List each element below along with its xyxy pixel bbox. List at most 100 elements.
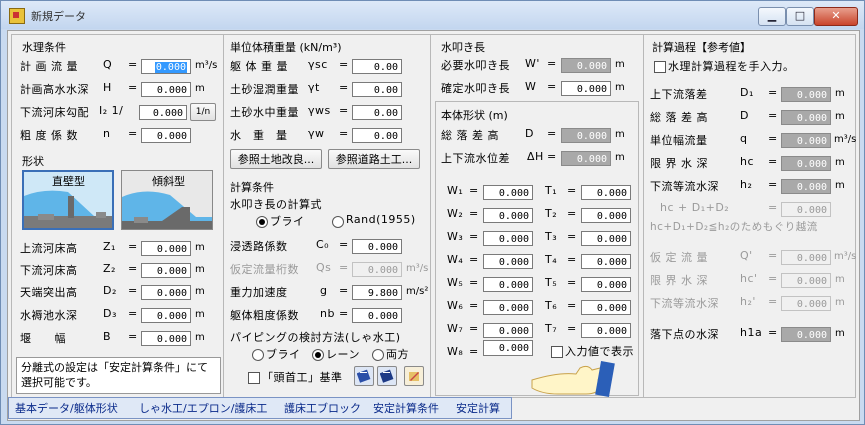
w4-input[interactable]: 0.000 (483, 254, 533, 269)
total-drop-unit: m (615, 129, 625, 140)
body-weight-input[interactable]: 0.00 (352, 59, 402, 74)
piping-method-label: パイピングの検討方法(しゃ水工) (230, 331, 401, 344)
final-apron-input[interactable]: 0.000 (561, 81, 611, 96)
weir-width-input[interactable]: 0.000 (141, 331, 191, 346)
w5-label: W₅ (447, 276, 464, 289)
panel-basic: 水理条件 計 画 流 量 Q = 0.000 m³/s 計画高水水深 H = 0… (11, 34, 224, 398)
w7-label: W₇ (447, 322, 464, 335)
slope-1n-button[interactable]: 1/n (190, 103, 216, 121)
ref-road-earthwork-button[interactable]: 参照道路土工... (328, 149, 420, 169)
both-radio-label: 両方 (386, 348, 409, 361)
book-blue-button[interactable] (354, 366, 374, 386)
body-weight-symbol: γsc (308, 58, 328, 71)
section-calc-title: 計算条件 (230, 181, 274, 194)
head-works-checkbox[interactable] (248, 372, 260, 384)
submerged-soil-input[interactable]: 0.00 (352, 105, 402, 120)
both-radio[interactable] (372, 349, 384, 361)
vertical-type-button[interactable]: 直壁型 (22, 170, 114, 230)
w1-input[interactable]: 0.000 (483, 185, 533, 200)
t2-input[interactable]: 0.000 (581, 208, 631, 223)
panel-apron-body: 水叩き長 必要水叩き長 W' = 0.000 m 確定水叩き長 W = 0.00… (430, 34, 644, 398)
water-level-diff-symbol: ΔH (527, 150, 544, 163)
t7-label: T₇ (545, 322, 558, 335)
bottom-tab-bar: 基本データ/躯体形状 しゃ水工/エプロン/護床工 護床工ブロック 安定計算条件 … (8, 397, 512, 419)
book-edit-icon (409, 372, 419, 381)
gravity-unit: m/s² (406, 286, 429, 297)
title-bar[interactable]: 新規データ ▁ □ ✕ (1, 1, 864, 29)
downstream-depth-label: 下流等流水深 (650, 180, 719, 193)
required-apron-input: 0.000 (561, 58, 611, 73)
w3-input[interactable]: 0.000 (483, 231, 533, 246)
final-apron-symbol: W (525, 80, 537, 93)
w7-input[interactable]: 0.000 (483, 323, 533, 338)
w2-label: W₂ (447, 207, 464, 220)
upstream-bed-symbol: Z₁ (103, 240, 116, 253)
slope-input[interactable]: 0.000 (139, 105, 187, 120)
t7-input[interactable]: 0.000 (581, 323, 631, 338)
bligh-radio-label: ブライ (270, 215, 305, 228)
flow-input[interactable]: 0.000 (141, 59, 191, 74)
piping-bligh-radio[interactable] (252, 349, 264, 361)
book-navy-button[interactable] (377, 366, 397, 386)
body-roughness-input[interactable]: 0.000 (352, 308, 402, 323)
downstream-depth-input: 0.000 (781, 179, 831, 194)
t1-input[interactable]: 0.000 (581, 185, 631, 200)
final-apron-label: 確定水叩き長 (441, 82, 510, 95)
design-depth-input[interactable]: 0.000 (141, 82, 191, 97)
t5-input[interactable]: 0.000 (581, 277, 631, 292)
creep-coef-input[interactable]: 0.000 (352, 239, 402, 254)
tab-stability-calc[interactable]: 安定計算 (456, 400, 500, 416)
section-shape-title: 形状 (22, 155, 44, 168)
fall-point-depth-input: 0.000 (781, 327, 831, 342)
minimize-button[interactable]: ▁ (758, 7, 786, 26)
upstream-bed-input[interactable]: 0.000 (141, 241, 191, 256)
t6-label: T₆ (545, 299, 558, 312)
w3-label: W₃ (447, 230, 464, 243)
fall-point-depth-label: 落下点の水深 (650, 328, 719, 341)
water-level-diff-input: 0.000 (561, 151, 611, 166)
manual-input-checkbox[interactable] (654, 61, 666, 73)
downstream-bed-unit: m (195, 264, 205, 275)
slope-type-button[interactable]: 傾斜型 (121, 170, 213, 230)
pointing-hand-icon (531, 361, 615, 397)
application-window: 新規データ ▁ □ ✕ 水理条件 計 画 流 量 Q = 0.000 m³/s … (0, 0, 865, 425)
w4-label: W₄ (447, 253, 464, 266)
downstream-depth2-input: 0.000 (781, 296, 831, 311)
wet-soil-input[interactable]: 0.00 (352, 82, 402, 97)
weir-width-symbol: B (103, 330, 112, 343)
pool-depth-input[interactable]: 0.000 (141, 308, 191, 323)
tab-cutoff-apron[interactable]: しゃ水工/エプロン/護床工 (139, 400, 267, 416)
maximize-button[interactable]: □ (786, 7, 814, 26)
tab-basic-data[interactable]: 基本データ/躯体形状 (15, 400, 118, 416)
book-edit-button[interactable] (404, 366, 424, 386)
t4-label: T₄ (545, 253, 558, 266)
vertical-weir-icon (24, 190, 112, 228)
total-drop-d-input: 0.000 (781, 110, 831, 125)
gravity-input[interactable]: 9.800 (352, 285, 402, 300)
t3-input[interactable]: 0.000 (581, 231, 631, 246)
weir-width-label: 堰 幅 (20, 332, 66, 345)
t6-input[interactable]: 0.000 (581, 300, 631, 315)
t4-input[interactable]: 0.000 (581, 254, 631, 269)
submerged-soil-label: 土砂水中重量 (230, 106, 299, 119)
w5-input[interactable]: 0.000 (483, 277, 533, 292)
close-button[interactable]: ✕ (814, 7, 858, 26)
lane-radio[interactable] (312, 349, 324, 361)
w6-input[interactable]: 0.000 (483, 300, 533, 315)
tab-stability-conditions[interactable]: 安定計算条件 (373, 400, 439, 416)
apron-method-label: 水叩き長の計算式 (230, 198, 322, 211)
roughness-input[interactable]: 0.000 (141, 128, 191, 143)
upstream-bed-label: 上流河床高 (20, 242, 78, 255)
section-calc-process-title: 計算過程【参考値】 (652, 41, 751, 54)
tab-bed-protection-block[interactable]: 護床工ブロック (284, 400, 361, 416)
bligh-radio[interactable] (256, 216, 268, 228)
water-weight-input[interactable]: 0.00 (352, 128, 402, 143)
w2-input[interactable]: 0.000 (483, 208, 533, 223)
ref-land-improvement-button[interactable]: 参照土地改良... (230, 149, 322, 169)
unit-flow-label: 単位幅流量 (650, 134, 708, 147)
downstream-bed-input[interactable]: 0.000 (141, 263, 191, 278)
w8-input[interactable]: 0.000 (483, 340, 533, 356)
submerged-soil-symbol: γws (308, 104, 331, 117)
rand-radio[interactable] (332, 216, 344, 228)
crest-height-input[interactable]: 0.000 (141, 285, 191, 300)
